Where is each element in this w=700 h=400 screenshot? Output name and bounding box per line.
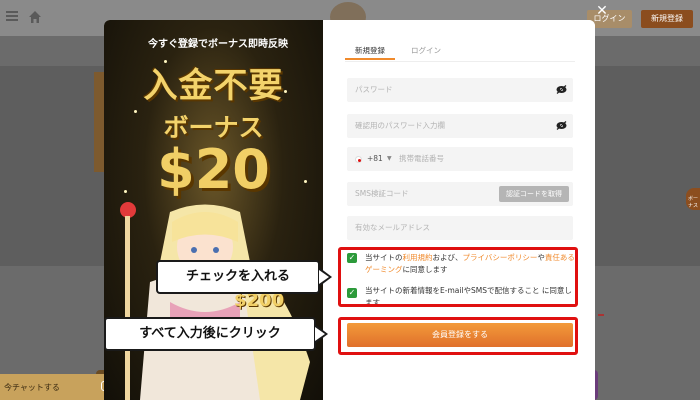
menu-icon[interactable] (6, 11, 18, 21)
eye-slash-icon[interactable] (556, 121, 567, 130)
checkbox-highlight-box (338, 247, 578, 307)
chevron-down-icon[interactable]: ▼ (387, 147, 392, 171)
sms-placeholder: SMS検証コード (355, 189, 409, 198)
tab-login[interactable]: ログイン (401, 42, 451, 60)
tabs-divider (345, 61, 575, 62)
eye-slash-icon[interactable] (556, 85, 567, 94)
tab-signup[interactable]: 新規登録 (345, 42, 395, 60)
close-icon[interactable]: ✕ (595, 4, 609, 18)
sms-code-field[interactable]: SMS検証コード 認証コードを取得 (347, 182, 573, 206)
password-placeholder: パスワード (355, 85, 393, 94)
side-bonus-tab[interactable]: ボーナス (686, 188, 700, 210)
promo-headline: 入金不要 (143, 66, 284, 106)
check-callout: チェックを入れる (156, 260, 320, 294)
side-tab-label: ボーナス (688, 196, 699, 209)
promo-tagline: 今すぐ登録でボーナス即時反映 (148, 39, 288, 50)
home-icon[interactable] (28, 10, 42, 24)
chat-label: 今チャットする (4, 383, 60, 392)
email-placeholder: 有効なメールアドレス (355, 223, 430, 232)
check-callout-arrow (319, 268, 332, 286)
password-confirm-placeholder: 確認用のパスワード入力欄 (355, 121, 445, 130)
header-signup-button[interactable]: 新規登録 (641, 10, 693, 28)
submit-highlight-box (338, 317, 578, 355)
chat-bar[interactable]: 今チャットする (0, 374, 120, 400)
phone-field[interactable]: +81 ▼ 携帯電話番号 (347, 147, 573, 171)
email-field[interactable]: 有効なメールアドレス (347, 216, 573, 240)
submit-callout-arrow (315, 325, 328, 343)
password-field[interactable]: パスワード (347, 78, 573, 102)
password-confirm-field[interactable]: 確認用のパスワード入力欄 (347, 114, 573, 138)
background-decoration (598, 314, 604, 316)
get-code-button[interactable]: 認証コードを取得 (499, 186, 569, 202)
form-tabs: 新規登録 ログイン (345, 42, 575, 62)
phone-placeholder: 携帯電話番号 (399, 154, 444, 163)
promo-amount: $20 (157, 138, 270, 201)
japan-flag-icon[interactable] (355, 156, 362, 163)
submit-callout: すべて入力後にクリック (104, 317, 316, 351)
country-code[interactable]: +81 (367, 147, 383, 171)
character-illustration (120, 202, 310, 400)
